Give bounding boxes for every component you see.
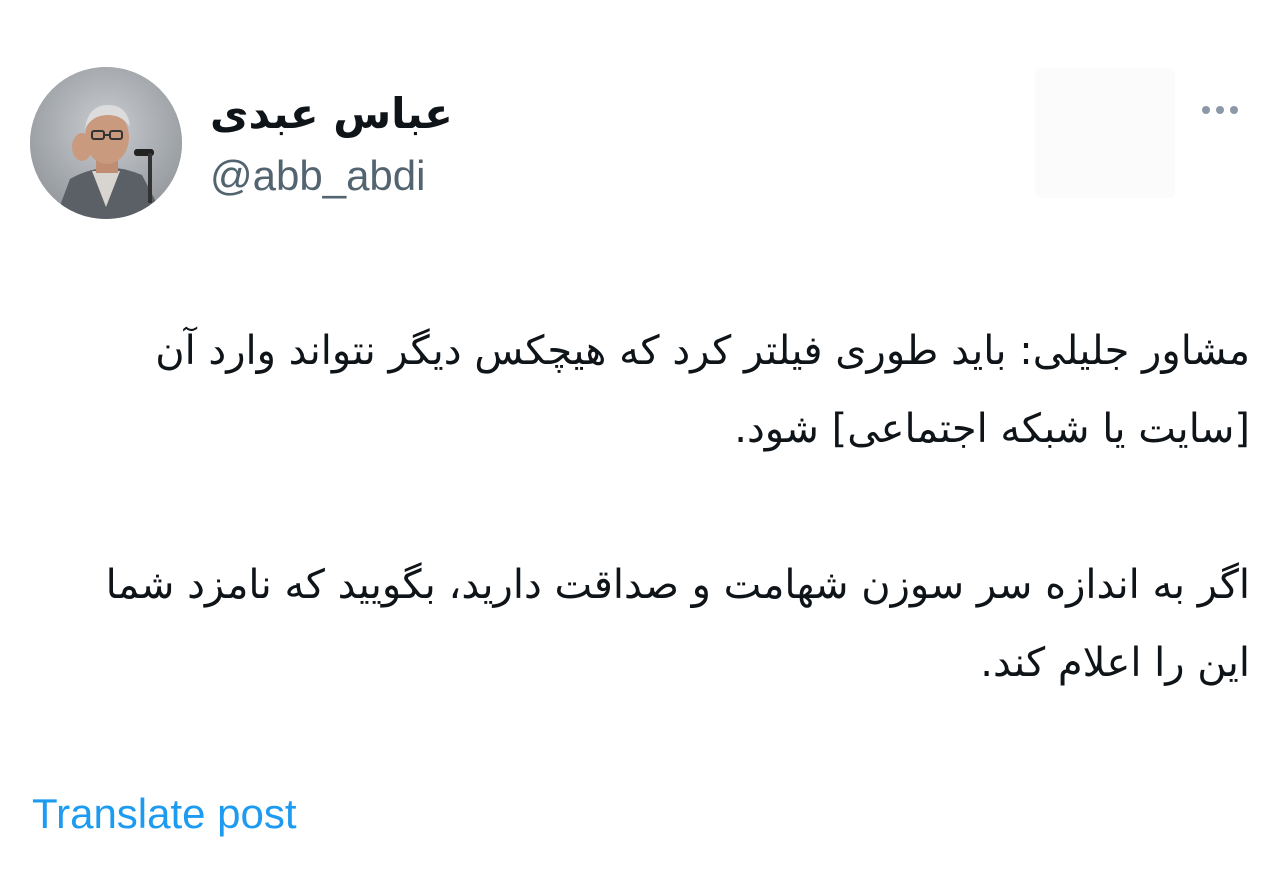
author-avatar[interactable] [30, 67, 182, 219]
author-handle[interactable]: @abb_abdi [210, 150, 425, 202]
post-paragraph: اگر به اندازه سر سوزن شهامت و صداقت داری… [105, 562, 1250, 686]
post-paragraph: مشاور جلیلی: باید طوری فیلتر کرد که هیچک… [155, 328, 1250, 452]
post-text: مشاور جلیلی: باید طوری فیلتر کرد که هیچک… [50, 312, 1250, 702]
more-options-button[interactable] [1190, 92, 1250, 128]
more-horizontal-icon [1199, 106, 1241, 114]
translate-post-link[interactable]: Translate post [32, 788, 297, 840]
author-display-name[interactable]: عباس عبدی [210, 88, 453, 140]
faint-background-image [1035, 68, 1175, 198]
